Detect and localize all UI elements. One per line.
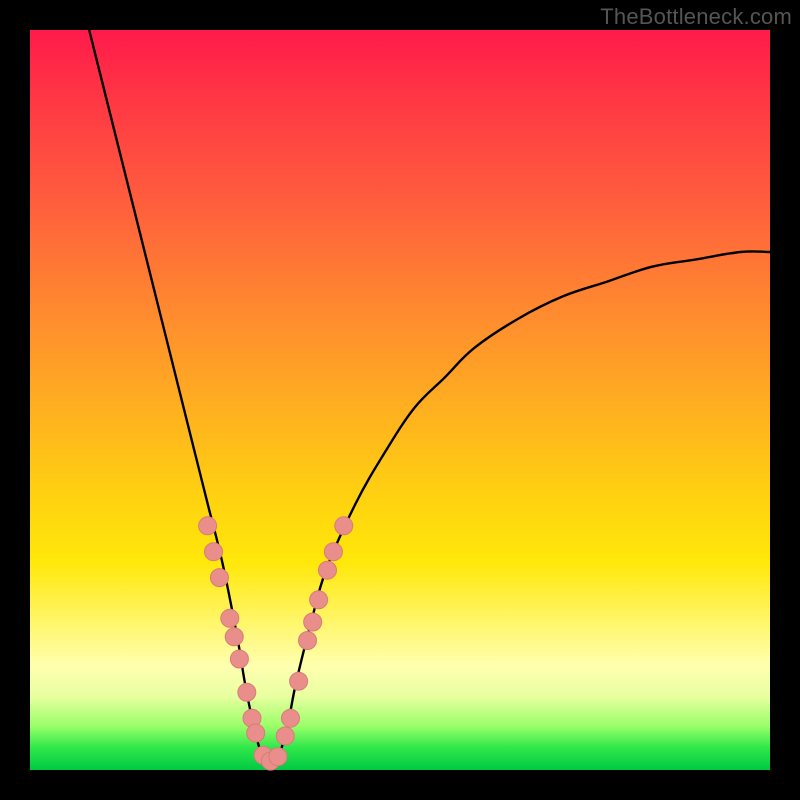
highlighted-points: [199, 517, 353, 770]
marker-dot: [299, 632, 317, 650]
marker-dot: [324, 543, 342, 561]
marker-dot: [304, 613, 322, 631]
marker-dot: [276, 727, 294, 745]
marker-dot: [230, 650, 248, 668]
marker-dot: [318, 561, 336, 579]
marker-dot: [210, 569, 228, 587]
plot-area: [30, 30, 770, 770]
marker-dot: [205, 543, 223, 561]
marker-dot: [281, 709, 299, 727]
chart-frame: TheBottleneck.com: [0, 0, 800, 800]
bottleneck-curve: [89, 30, 770, 765]
marker-dot: [225, 628, 243, 646]
marker-dot: [199, 517, 217, 535]
marker-dot: [238, 683, 256, 701]
marker-dot: [335, 517, 353, 535]
marker-dot: [247, 724, 265, 742]
marker-dot: [310, 591, 328, 609]
marker-dot: [269, 748, 287, 766]
marker-dot: [221, 609, 239, 627]
curve-svg: [30, 30, 770, 770]
marker-dot: [290, 672, 308, 690]
watermark-text: TheBottleneck.com: [600, 4, 792, 30]
